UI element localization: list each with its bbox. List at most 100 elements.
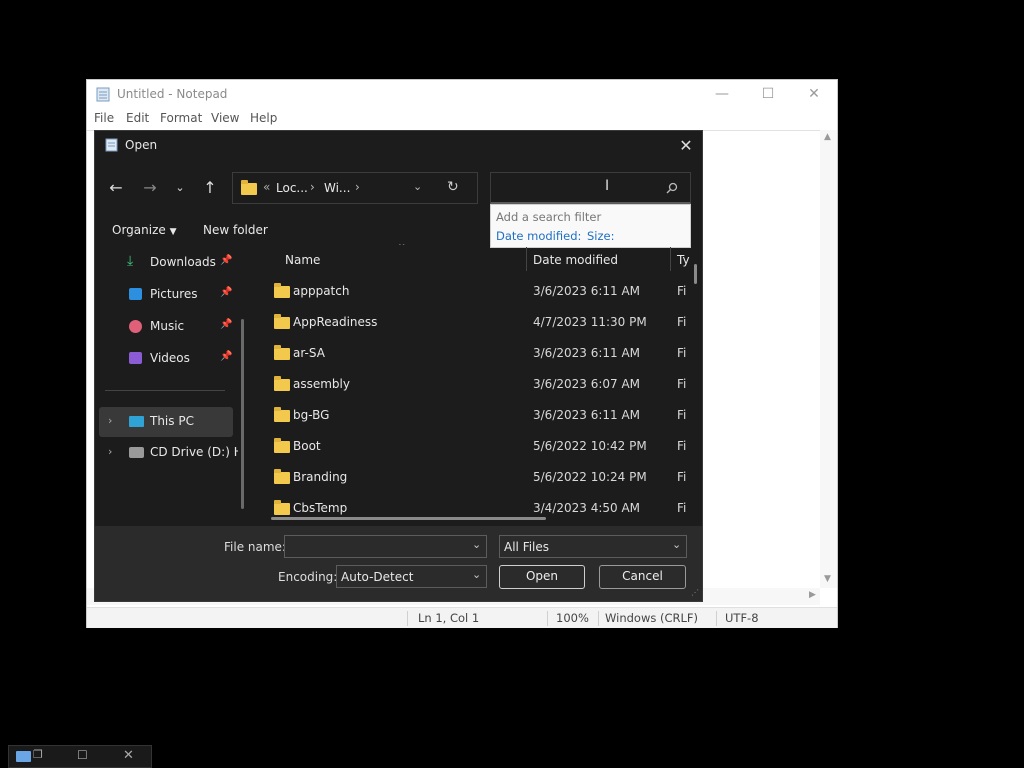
chevron-down-icon: ⌄ xyxy=(175,181,185,194)
caret-down-icon: ▼ xyxy=(169,227,177,237)
folder-icon xyxy=(274,345,290,360)
column-header-name[interactable]: Name xyxy=(285,253,320,267)
pin-icon[interactable]: 📌 xyxy=(220,255,232,266)
table-row[interactable]: ar-SA 3/6/2023 6:11 AM Fi xyxy=(255,337,695,368)
nav-item-music[interactable]: Music 📌 xyxy=(127,318,237,336)
pin-icon[interactable]: 📌 xyxy=(220,319,232,330)
close-icon[interactable]: ✕ xyxy=(123,748,134,763)
forward-button[interactable]: → xyxy=(137,175,163,201)
table-row[interactable]: assembly 3/6/2023 6:07 AM Fi xyxy=(255,368,695,399)
menu-edit[interactable]: Edit xyxy=(126,111,149,125)
pin-icon[interactable]: 📌 xyxy=(220,351,232,362)
arrow-right-icon: → xyxy=(143,178,157,197)
up-button[interactable]: ↑ xyxy=(197,175,223,201)
file-name: AppReadiness xyxy=(293,315,378,329)
breadcrumb-chevron-icon[interactable]: › xyxy=(355,180,360,194)
notepad-menubar: File Edit Format View Help xyxy=(87,108,837,130)
notepad-icon xyxy=(96,87,110,102)
nav-item-label: CD Drive (D:) HE xyxy=(150,445,238,459)
file-name-label: File name: xyxy=(224,540,286,554)
table-row[interactable]: AppReadiness 4/7/2023 11:30 PM Fi xyxy=(255,306,695,337)
nav-item-label: This PC xyxy=(150,414,194,428)
folder-icon xyxy=(274,500,290,515)
file-list-horizontal-scrollbar[interactable] xyxy=(271,517,546,520)
menu-format[interactable]: Format xyxy=(160,111,202,125)
dialog-close-button[interactable]: ✕ xyxy=(675,135,697,157)
menu-view[interactable]: View xyxy=(211,111,239,125)
encoding-value: Auto-Detect xyxy=(341,570,414,584)
address-dropdown-icon[interactable]: ⌄ xyxy=(413,180,422,193)
folder-icon xyxy=(274,376,290,391)
breadcrumb-windows[interactable]: Wi... xyxy=(324,181,350,195)
file-name: Boot xyxy=(293,439,321,453)
maximize-icon[interactable]: ☐ xyxy=(77,748,88,762)
chevron-right-icon[interactable]: › xyxy=(108,414,112,427)
folder-icon xyxy=(274,407,290,422)
menu-help[interactable]: Help xyxy=(250,111,277,125)
organize-button[interactable]: Organize ▼ xyxy=(112,223,177,237)
app-icon xyxy=(16,751,31,762)
file-name: Branding xyxy=(293,470,348,484)
breadcrumb-local-disk[interactable]: Loc... xyxy=(276,181,308,195)
status-line-ending: Windows (CRLF) xyxy=(605,611,699,625)
nav-item-label: Downloads xyxy=(150,255,216,269)
column-divider[interactable] xyxy=(526,247,527,271)
table-row[interactable]: apppatch 3/6/2023 6:11 AM Fi xyxy=(255,275,695,306)
search-input[interactable]: I xyxy=(490,172,691,204)
status-position: Ln 1, Col 1 xyxy=(418,611,480,625)
table-row[interactable]: bg-BG 3/6/2023 6:11 AM Fi xyxy=(255,399,695,430)
chevron-down-icon: ⌄ xyxy=(672,538,682,551)
scroll-right-icon[interactable]: ▶ xyxy=(809,590,816,600)
file-type-select[interactable]: All Files ⌄ xyxy=(499,535,687,558)
minimize-button[interactable]: — xyxy=(699,80,745,108)
table-row[interactable]: Branding 5/6/2022 10:24 PM Fi xyxy=(255,461,695,492)
table-row[interactable]: CbsTemp 3/4/2023 4:50 AM Fi xyxy=(255,492,695,515)
scroll-down-icon[interactable]: ▼ xyxy=(824,574,831,584)
file-type: Fi xyxy=(677,315,687,329)
nav-item-pictures[interactable]: Pictures 📌 xyxy=(127,286,237,304)
file-date: 3/6/2023 6:11 AM xyxy=(533,346,641,360)
nav-item-downloads[interactable]: ⤓ Downloads 📌 xyxy=(127,253,237,272)
address-bar[interactable]: « Loc... › Wi... › ⌄ ↻ xyxy=(232,172,478,204)
file-date: 5/6/2022 10:42 PM xyxy=(533,439,647,453)
nav-item-cd-drive[interactable]: › CD Drive (D:) HE xyxy=(99,444,243,464)
file-name: ar-SA xyxy=(293,346,325,360)
column-header-date[interactable]: Date modified xyxy=(533,253,618,267)
notepad-icon xyxy=(105,138,118,152)
maximize-button[interactable]: ☐ xyxy=(745,80,791,108)
status-encoding: UTF-8 xyxy=(725,611,759,625)
encoding-select[interactable]: Auto-Detect ⌄ xyxy=(336,565,487,588)
table-row[interactable]: Boot 5/6/2022 10:42 PM Fi xyxy=(255,430,695,461)
refresh-icon[interactable]: ↻ xyxy=(447,179,459,195)
dialog-title: Open xyxy=(125,138,158,152)
nav-pane-scrollbar[interactable] xyxy=(241,319,244,509)
minimized-window-bar[interactable]: ❐ ☐ ✕ xyxy=(8,745,152,768)
chevron-down-icon[interactable]: ⌄ xyxy=(472,538,481,551)
file-date: 3/4/2023 4:50 AM xyxy=(533,501,641,515)
pin-icon[interactable]: 📌 xyxy=(220,287,232,298)
menu-file[interactable]: File xyxy=(94,111,114,125)
restore-icon[interactable]: ❐ xyxy=(33,748,43,761)
cancel-button[interactable]: Cancel xyxy=(599,565,686,589)
resize-grip-icon[interactable]: ⋰ xyxy=(691,588,699,597)
file-name: CbsTemp xyxy=(293,501,348,515)
chevron-right-icon[interactable]: › xyxy=(108,445,112,458)
column-header-type[interactable]: Ty xyxy=(677,253,690,267)
back-button[interactable]: ← xyxy=(103,175,129,201)
recent-locations-button[interactable]: ⌄ xyxy=(167,175,193,201)
breadcrumb-chevron-icon[interactable]: › xyxy=(310,180,315,194)
column-divider[interactable] xyxy=(670,247,671,271)
nav-item-videos[interactable]: Videos 📌 xyxy=(127,350,237,368)
new-folder-button[interactable]: New folder xyxy=(203,223,268,237)
file-name-input[interactable]: ⌄ xyxy=(284,535,487,558)
file-type: Fi xyxy=(677,408,687,422)
search-icon[interactable] xyxy=(666,182,678,194)
breadcrumb-overflow[interactable]: « xyxy=(263,180,270,194)
close-button[interactable]: ✕ xyxy=(791,80,837,108)
open-button[interactable]: Open xyxy=(499,565,585,589)
notepad-titlebar[interactable]: Untitled - Notepad — ☐ ✕ xyxy=(87,80,837,108)
status-separator xyxy=(598,611,599,626)
vertical-scrollbar[interactable]: ▲ ▼ xyxy=(820,130,837,588)
scroll-up-icon[interactable]: ▲ xyxy=(824,132,831,142)
nav-item-this-pc[interactable]: › This PC xyxy=(99,407,233,437)
